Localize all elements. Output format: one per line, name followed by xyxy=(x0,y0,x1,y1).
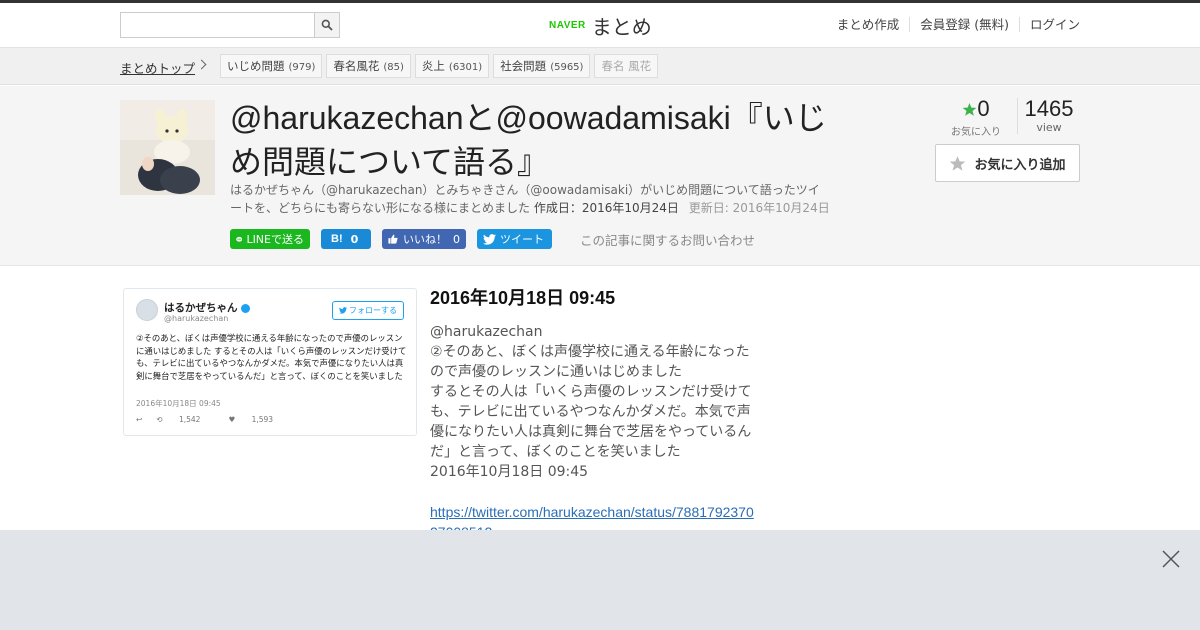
hatena-count: 0 xyxy=(350,232,359,246)
like-count-wrap: ♥ 1,593 xyxy=(228,415,287,424)
entry-timestamp: 2016年10月18日 09:45 xyxy=(430,464,589,480)
thumbs-up-icon xyxy=(388,234,398,244)
tag-label: 春名 風花 xyxy=(601,59,652,73)
hatena-bookmark-button[interactable]: B! 0 xyxy=(321,229,371,249)
star-icon xyxy=(963,102,977,116)
tweet-like-count: 1,593 xyxy=(251,415,274,424)
tag-label: いじめ問題 xyxy=(227,59,285,73)
article-header: @harukazechanと@oowadamisaki『いじめ問題について語る』… xyxy=(0,86,1200,266)
article-stats: 0 お気に入り 1465 view xyxy=(935,96,1080,138)
tag-label: 春名風花 xyxy=(333,59,380,73)
tag-count: (85) xyxy=(383,62,404,73)
tag-label: 炎上 xyxy=(421,59,445,73)
reply-icon: ↩ xyxy=(136,415,143,424)
tweet-author-handle: @harukazechan xyxy=(164,314,229,323)
add-favorite-label: お気に入り追加 xyxy=(974,157,1066,173)
entry-text-line-2: するとその人は「いくら声優のレッスンだけ受けても、テレビに出ているやつなんかダメ… xyxy=(430,384,752,460)
tweet-button[interactable]: ツイート xyxy=(477,229,552,249)
close-icon[interactable] xyxy=(1161,549,1181,569)
site-header: NAVER まとめ まとめ作成 会員登録 (無料) ログイン xyxy=(0,3,1200,48)
line-icon: LINE xyxy=(236,236,243,242)
tweet-author-name-text: はるかぜちゃん xyxy=(164,302,238,314)
article-description: はるかぜちゃん（@harukazechan）とみちゃきさん（@oowadamis… xyxy=(230,181,830,217)
like-label: いいね！ xyxy=(403,233,447,246)
entry-body: @harukazechan ②そのあと、ぼくは声優学校に通える年齢になったので声… xyxy=(430,322,760,482)
tag-count: (5965) xyxy=(550,62,584,73)
views-count: 1465 xyxy=(1024,96,1074,121)
retweet-count: 1,542 xyxy=(178,415,201,424)
follow-label: フォローする xyxy=(349,306,397,315)
tag-count: (6301) xyxy=(448,62,483,73)
tag-item[interactable]: いじめ問題 (979) xyxy=(220,54,323,78)
retweet-icon: ⟲ xyxy=(156,415,165,424)
updated-date: 更新日: 2016年10月24日 xyxy=(688,201,830,215)
ad-overlay-banner xyxy=(0,530,1200,630)
tag-list: いじめ問題 (979) 春名風花 (85) 炎上 (6301) 社会問題 (5965) … xyxy=(220,54,662,78)
article-thumbnail[interactable] xyxy=(120,100,215,195)
naver-logo-text: NAVER xyxy=(549,19,586,31)
chevron-right-icon xyxy=(196,59,207,70)
favorites-label: お気に入り xyxy=(951,127,1001,138)
thumbnail-image xyxy=(120,100,215,195)
article-title: @harukazechanと@oowadamisaki『いじめ問題について語る』 xyxy=(230,100,827,180)
tweet-image-date: 2016年10月18日 09:45 xyxy=(136,399,221,408)
tweet-label: ツイート xyxy=(500,233,544,246)
line-label: LINEで送る xyxy=(246,233,304,246)
search-button[interactable] xyxy=(314,13,339,37)
star-outline-icon xyxy=(950,155,966,171)
favorites-count: 0 xyxy=(977,96,990,121)
like-count: 0 xyxy=(453,232,460,246)
entry-text-line-1: ②そのあと、ぼくは声優学校に通える年齢になったので声優のレッスンに通いはじめまし… xyxy=(430,344,750,380)
entry-handle: @harukazechan xyxy=(430,324,543,340)
tweet-screenshot-image[interactable]: はるかぜちゃん @harukazechan フォローする ②そのあと、ぼくは声優… xyxy=(123,288,417,436)
favorites-count-wrap: 0 xyxy=(935,96,1017,122)
matome-logo-text: まとめ xyxy=(591,14,652,39)
site-logo[interactable]: NAVER まとめ xyxy=(549,11,652,39)
tweet-image-actions: ↩ ⟲ 1,542 ♥ 1,593 xyxy=(136,415,301,424)
created-date: 作成日：2016年10月24日 xyxy=(533,201,679,215)
tag-item[interactable]: 春名 風花 xyxy=(594,54,659,78)
follow-button: フォローする xyxy=(332,301,404,320)
nav-register[interactable]: 会員登録 (無料) xyxy=(909,17,1019,32)
verified-badge-icon xyxy=(240,303,250,313)
tweet-image-text: ②そのあと、ぼくは声優学校に通える年齢になったので声優のレッスンに通いはじめまし… xyxy=(136,333,407,381)
twitter-bird-icon xyxy=(483,233,496,245)
search-icon xyxy=(321,19,333,31)
article-inquiry-link[interactable]: この記事に関するお問い合わせ xyxy=(580,230,755,249)
nav-login[interactable]: ログイン xyxy=(1018,17,1080,32)
hatena-icon: B! xyxy=(331,233,343,245)
retweet-count-wrap: ⟲ 1,542 xyxy=(156,415,214,424)
tag-item[interactable]: 社会問題 (5965) xyxy=(493,54,591,78)
search-box xyxy=(120,12,340,38)
views-label: view xyxy=(1036,121,1062,134)
social-share-bar: LINE LINEで送る B! 0 いいね！ 0 ツイート この記事に関するお問… xyxy=(230,229,755,249)
nav-create-matome[interactable]: まとめ作成 xyxy=(827,17,910,32)
tag-label: 社会問題 xyxy=(500,59,547,73)
breadcrumb-bar: まとめトップ いじめ問題 (979) 春名風花 (85) 炎上 (6301) 社会問題… xyxy=(0,48,1200,85)
line-share-button[interactable]: LINE LINEで送る xyxy=(230,229,310,249)
tweet-entry: 2016年10月18日 09:45 @harukazechan ②そのあと、ぼく… xyxy=(430,286,760,542)
entry-date-heading: 2016年10月18日 09:45 xyxy=(430,288,616,308)
add-favorite-button[interactable]: お気に入り追加 xyxy=(935,144,1080,182)
tweet-author-name: はるかぜちゃん xyxy=(164,300,250,315)
tag-count: (979) xyxy=(288,62,316,73)
avatar xyxy=(136,299,158,321)
tag-item[interactable]: 春名風花 (85) xyxy=(326,54,411,78)
facebook-like-button[interactable]: いいね！ 0 xyxy=(382,229,466,249)
heart-icon: ♥ xyxy=(228,415,238,424)
twitter-bird-icon xyxy=(339,307,347,314)
tag-item[interactable]: 炎上 (6301) xyxy=(414,54,490,78)
breadcrumb-matome-top[interactable]: まとめトップ xyxy=(120,58,195,77)
top-nav: まとめ作成 会員登録 (無料) ログイン xyxy=(827,17,1080,32)
search-input[interactable] xyxy=(121,13,315,37)
